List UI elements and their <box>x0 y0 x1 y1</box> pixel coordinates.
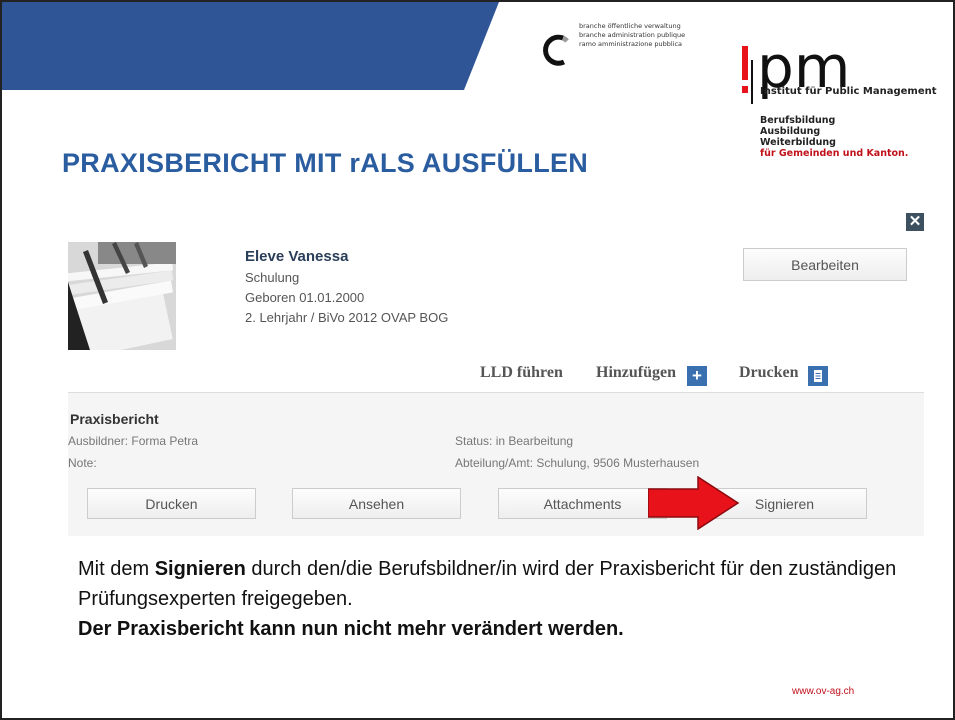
branche-line-2: branche administration publique <box>579 31 686 39</box>
add-link[interactable]: Hinzufügen <box>596 364 676 382</box>
explanation-bold-2: Der Praxisbericht kann nun nicht mehr ve… <box>78 618 624 640</box>
plus-icon[interactable]: + <box>687 366 707 386</box>
attachments-button[interactable]: Attachments <box>498 488 667 519</box>
explanation-part-1: Mit dem <box>78 558 155 580</box>
report-department: Abteilung/Amt: Schulung, 9506 Musterhaus… <box>455 456 700 470</box>
profile-birthdate: Geboren 01.01.2000 <box>245 290 365 305</box>
edit-button[interactable]: Bearbeiten <box>743 248 907 281</box>
print-link[interactable]: Drucken <box>739 364 799 382</box>
slide: branche öffentliche verwaltung branche a… <box>0 0 955 720</box>
ipm-exclamation-icon <box>742 46 753 104</box>
ipm-name: Institut für Public Management <box>760 86 937 97</box>
page-title: PRAXISBERICHT MIT rALS AUSFÜLLEN <box>62 148 589 178</box>
report-trainer: Ausbildner: Forma Petra <box>68 434 199 448</box>
branche-line-3: ramo amministrazione pubblica <box>579 40 683 48</box>
ipm-tagline: für Gemeinden und Kanton. <box>760 148 909 159</box>
branche-logo: branche öffentliche verwaltung branche a… <box>537 22 707 72</box>
footer-url: www.ov-ag.ch <box>792 686 855 697</box>
close-button[interactable]: ✕ <box>906 213 924 231</box>
profile-name: Eleve Vanessa <box>245 248 349 265</box>
report-note: Note: <box>68 456 97 470</box>
close-icon: ✕ <box>908 213 922 230</box>
report-status: Status: in Bearbeitung <box>455 434 574 448</box>
ipm-lines: Berufsbildung Ausbildung Weiterbildung f… <box>760 115 908 159</box>
branche-line-1: branche öffentliche verwaltung <box>579 22 681 30</box>
ipm-line-2: Ausbildung <box>760 126 821 137</box>
red-arrow-icon <box>648 476 740 530</box>
profile-department: Schulung <box>245 270 300 285</box>
explanation-bold-1: Signieren <box>154 558 246 580</box>
document-icon[interactable] <box>808 366 828 386</box>
profile-photo <box>68 242 176 350</box>
report-title: Praxisbericht <box>70 411 159 427</box>
report-view-button[interactable]: Ansehen <box>292 488 461 519</box>
branche-logo-icon <box>543 34 569 66</box>
report-print-button[interactable]: Drucken <box>87 488 256 519</box>
profile-program: 2. Lehrjahr / BiVo 2012 OVAP BOG <box>245 310 449 325</box>
lld-link[interactable]: LLD führen <box>480 364 563 382</box>
ipm-line-3: Weiterbildung <box>760 137 836 148</box>
explanation-text: Mit dem Signieren durch den/die Berufsbi… <box>78 554 938 644</box>
header-banner <box>2 2 499 90</box>
ipm-line-1: Berufsbildung <box>760 115 836 126</box>
profile-info: Eleve Vanessa Schulung Geboren 01.01.200… <box>245 247 448 328</box>
document-icon-glyph <box>814 370 822 382</box>
